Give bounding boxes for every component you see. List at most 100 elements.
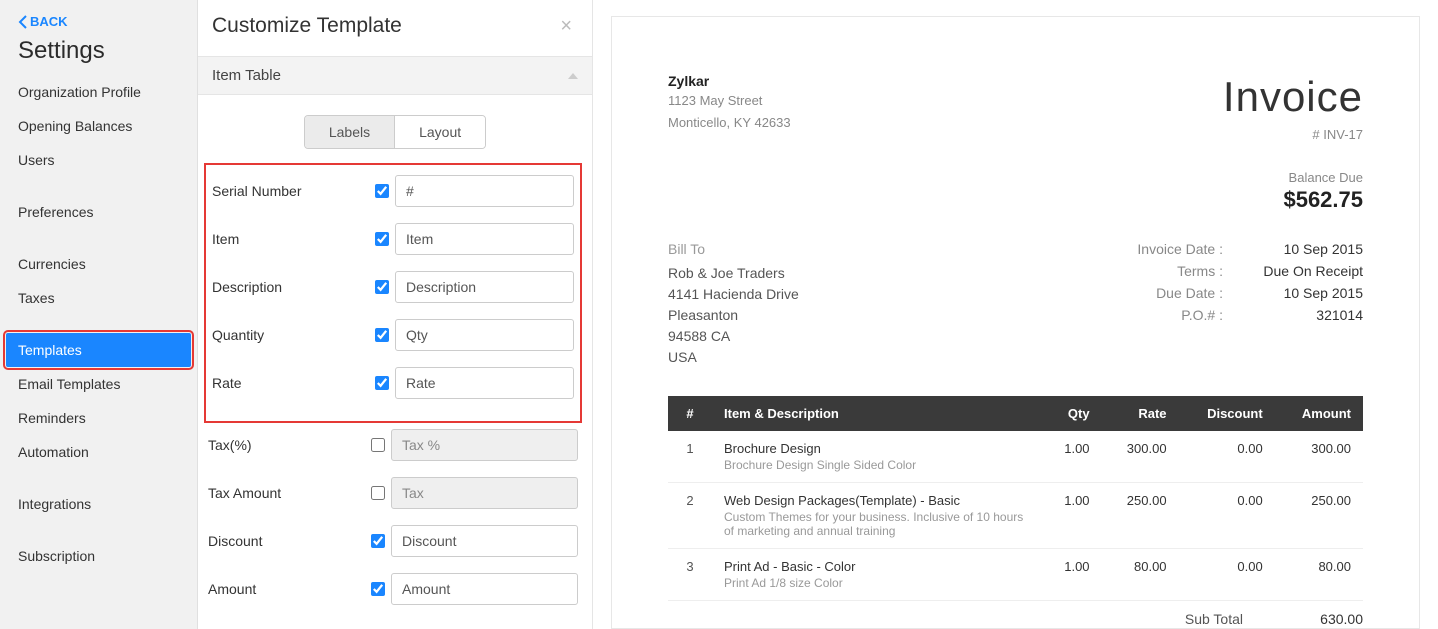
col-rate: Rate: [1102, 396, 1179, 431]
tab-layout[interactable]: Layout: [394, 116, 485, 148]
field-checkbox[interactable]: [375, 280, 389, 294]
cell-desc: Brochure DesignBrochure Design Single Si…: [712, 431, 1042, 483]
field-checkbox[interactable]: [375, 184, 389, 198]
bill-to-line: Rob & Joe Traders: [668, 263, 799, 284]
field-input[interactable]: [395, 367, 574, 399]
field-checkbox[interactable]: [371, 486, 385, 500]
sidebar-item-integrations[interactable]: Integrations: [0, 487, 197, 521]
sidebar-item-subscription[interactable]: Subscription: [0, 539, 197, 573]
field-checkbox[interactable]: [371, 582, 385, 596]
sidebar-item-email-templates[interactable]: Email Templates: [0, 367, 197, 401]
field-row-discount: Discount: [208, 525, 578, 557]
field-input[interactable]: [391, 573, 578, 605]
totals-block: Sub Total 630.00: [668, 611, 1363, 627]
field-row-item: Item: [212, 223, 574, 255]
panel-title: Customize Template: [212, 14, 402, 38]
cell-desc: Web Design Packages(Template) - BasicCus…: [712, 483, 1042, 549]
meta-row: Invoice Date :10 Sep 2015: [1083, 241, 1363, 257]
field-checkbox-wrap: [367, 277, 395, 297]
invoice-meta-right: Invoice Date :10 Sep 2015 Terms :Due On R…: [1083, 241, 1363, 368]
field-row-amount: Amount: [208, 573, 578, 605]
invoice-page: Zylkar 1123 May Street Monticello, KY 42…: [611, 16, 1420, 629]
company-addr2: Monticello, KY 42633: [668, 113, 791, 133]
chevron-up-icon: [568, 73, 578, 79]
col-desc: Item & Description: [712, 396, 1042, 431]
meta-value: 10 Sep 2015: [1223, 241, 1363, 257]
col-qty: Qty: [1042, 396, 1102, 431]
field-label: Rate: [212, 375, 367, 391]
meta-key: Terms :: [1083, 263, 1223, 279]
invoice-header: Zylkar 1123 May Street Monticello, KY 42…: [668, 73, 1363, 213]
meta-row: Due Date :10 Sep 2015: [1083, 285, 1363, 301]
field-input[interactable]: [395, 175, 574, 207]
back-label: BACK: [30, 14, 68, 29]
highlighted-fields: Serial NumberItemDescriptionQuantityRate: [204, 163, 582, 423]
panel-header: Customize Template ×: [198, 0, 592, 56]
meta-key: Due Date :: [1083, 285, 1223, 301]
field-input: [391, 477, 578, 509]
item-table-section-header[interactable]: Item Table: [198, 56, 592, 95]
sidebar-item-taxes[interactable]: Taxes: [0, 281, 197, 315]
field-input[interactable]: [395, 223, 574, 255]
col-amount: Amount: [1275, 396, 1363, 431]
page-title: Settings: [0, 37, 197, 75]
meta-row: P.O.# :321014: [1083, 307, 1363, 323]
chevron-left-icon: [18, 15, 28, 29]
field-checkbox-wrap: [363, 579, 391, 599]
field-checkbox[interactable]: [375, 328, 389, 342]
field-input[interactable]: [395, 319, 574, 351]
meta-row: Terms :Due On Receipt: [1083, 263, 1363, 279]
sidebar-item-reminders[interactable]: Reminders: [0, 401, 197, 435]
table-row: 2Web Design Packages(Template) - BasicCu…: [668, 483, 1363, 549]
table-header-row: # Item & Description Qty Rate Discount A…: [668, 396, 1363, 431]
cell-rate: 300.00: [1102, 431, 1179, 483]
field-checkbox-wrap: [367, 181, 395, 201]
field-checkbox[interactable]: [375, 376, 389, 390]
cell-qty: 1.00: [1042, 431, 1102, 483]
customize-panel: Customize Template × Item Table Labels L…: [198, 0, 593, 629]
back-link[interactable]: BACK: [0, 14, 197, 37]
sidebar-item-currencies[interactable]: Currencies: [0, 247, 197, 281]
col-discount: Discount: [1179, 396, 1275, 431]
invoice-preview-scroll[interactable]: Zylkar 1123 May Street Monticello, KY 42…: [593, 0, 1438, 629]
item-title: Print Ad - Basic - Color: [724, 559, 1030, 574]
subtotal-value: 630.00: [1243, 611, 1363, 627]
cell-amount: 80.00: [1275, 549, 1363, 601]
field-checkbox-wrap: [363, 531, 391, 551]
field-checkbox-wrap: [367, 325, 395, 345]
field-input-wrap: [395, 367, 574, 399]
field-label: Discount: [208, 533, 363, 549]
tab-labels[interactable]: Labels: [305, 116, 394, 148]
sidebar-item-templates[interactable]: Templates: [0, 333, 197, 367]
field-label: Tax Amount: [208, 485, 363, 501]
sidebar-item-users[interactable]: Users: [0, 143, 197, 177]
bill-to-line: Pleasanton: [668, 305, 799, 326]
field-input-wrap: [391, 429, 578, 461]
subtotal-row: Sub Total 630.00: [1123, 611, 1363, 627]
field-checkbox-wrap: [363, 483, 391, 503]
field-input[interactable]: [391, 525, 578, 557]
nav-list: Organization ProfileOpening BalancesUser…: [0, 75, 197, 573]
sidebar-item-opening-balances[interactable]: Opening Balances: [0, 109, 197, 143]
balance-due-label: Balance Due: [1223, 170, 1363, 185]
field-label: Description: [212, 279, 367, 295]
sidebar-item-label: Templates: [6, 333, 191, 367]
field-input-wrap: [395, 223, 574, 255]
col-idx: #: [668, 396, 712, 431]
field-checkbox[interactable]: [375, 232, 389, 246]
invoice-meta-row: Bill To Rob & Joe Traders4141 Hacienda D…: [668, 241, 1363, 368]
sidebar-item-automation[interactable]: Automation: [0, 435, 197, 469]
sidebar-item-preferences[interactable]: Preferences: [0, 195, 197, 229]
close-icon[interactable]: ×: [560, 16, 572, 36]
sidebar-item-organization-profile[interactable]: Organization Profile: [0, 75, 197, 109]
field-row-tax-: Tax(%): [208, 429, 578, 461]
meta-key: Invoice Date :: [1083, 241, 1223, 257]
settings-sidebar: BACK Settings Organization ProfileOpenin…: [0, 0, 198, 629]
field-checkbox[interactable]: [371, 534, 385, 548]
field-input[interactable]: [395, 271, 574, 303]
item-title: Web Design Packages(Template) - Basic: [724, 493, 1030, 508]
subtotal-label: Sub Total: [1123, 611, 1243, 627]
bill-to-label: Bill To: [668, 241, 799, 257]
balance-due-amount: $562.75: [1223, 187, 1363, 213]
field-checkbox[interactable]: [371, 438, 385, 452]
